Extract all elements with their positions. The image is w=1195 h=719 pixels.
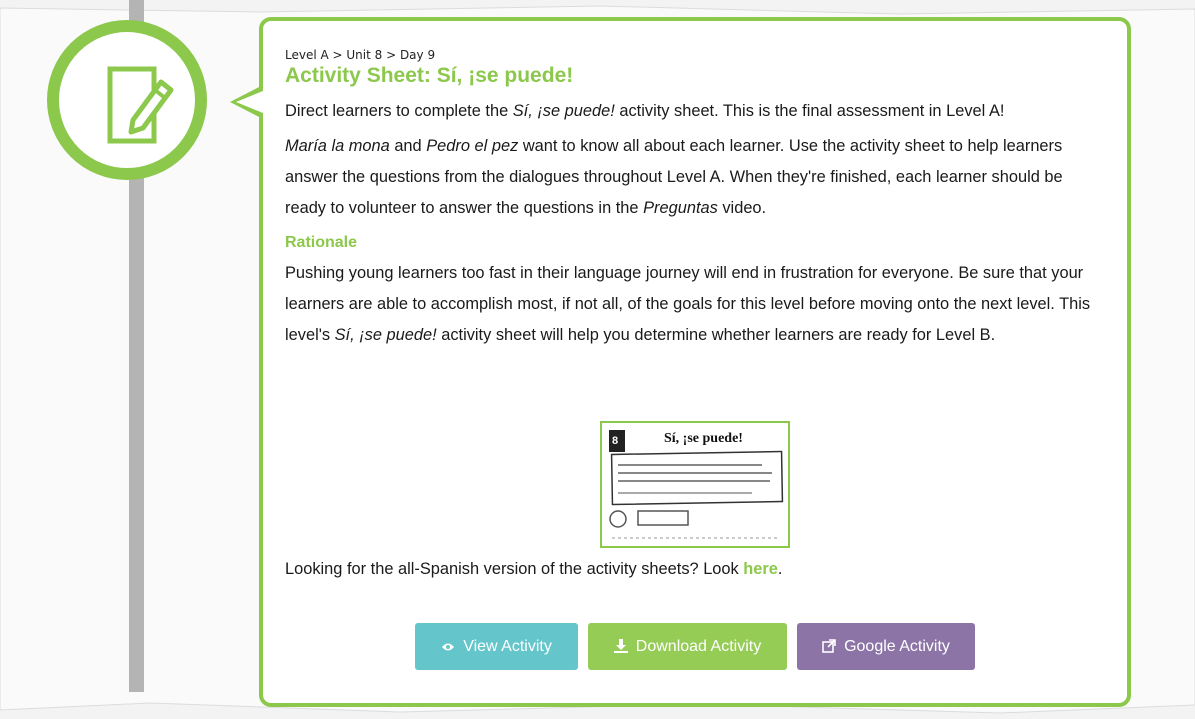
rationale-paragraph: Pushing young learners too fast in their…: [285, 258, 1105, 351]
intro-paragraph: Direct learners to complete the Sí, ¡se …: [285, 96, 1105, 127]
description-text-3: video.: [717, 199, 767, 217]
activity-sheet-thumbnail[interactable]: 8 Sí, ¡se puede!: [600, 421, 790, 548]
download-icon: [613, 638, 628, 655]
character-name-1: María la mona: [285, 137, 390, 155]
page-title: Activity Sheet: Sí, ¡se puede!: [285, 64, 574, 87]
spanish-note-text: Looking for the all-Spanish version of t…: [285, 560, 744, 578]
breadcrumb: Level A > Unit 8 > Day 9: [285, 48, 436, 62]
view-activity-label: View Activity: [463, 637, 552, 655]
description-paragraph: María la mona and Pedro el pez want to k…: [285, 131, 1105, 224]
rationale-text-2: activity sheet will help you determine w…: [436, 326, 996, 344]
intro-text-end: activity sheet. This is the final assess…: [614, 102, 1005, 120]
activity-content: Level A > Unit 8 > Day 9 Activity Sheet:…: [285, 47, 1105, 351]
download-activity-label: Download Activity: [635, 637, 762, 655]
edit-document-icon: [107, 66, 174, 144]
google-activity-label: Google Activity: [844, 637, 950, 655]
spanish-version-link[interactable]: here: [743, 560, 778, 578]
character-name-2: Pedro el pez: [426, 137, 519, 155]
external-link-icon: [822, 638, 836, 655]
google-activity-button[interactable]: Google Activity: [797, 623, 975, 670]
video-name: Preguntas: [643, 199, 718, 217]
spanish-note-end: .: [777, 560, 783, 578]
intro-text-start: Direct learners to complete the: [285, 102, 513, 120]
rationale-heading: Rationale: [285, 234, 358, 251]
activity-icon-circle: [47, 20, 207, 180]
thumbnail-level-badge: 8: [612, 435, 619, 447]
description-text-1: and: [389, 137, 427, 155]
view-activity-button[interactable]: View Activity: [415, 623, 578, 670]
download-activity-button[interactable]: Download Activity: [588, 623, 787, 670]
intro-emphasis: Sí, ¡se puede!: [512, 102, 615, 120]
spanish-version-note: Looking for the all-Spanish version of t…: [285, 560, 782, 579]
thumbnail-title: Sí, ¡se puede!: [664, 431, 743, 446]
rationale-emphasis: Sí, ¡se puede!: [334, 326, 437, 344]
card-pointer-inner: [236, 91, 263, 113]
eye-icon: [441, 640, 455, 654]
